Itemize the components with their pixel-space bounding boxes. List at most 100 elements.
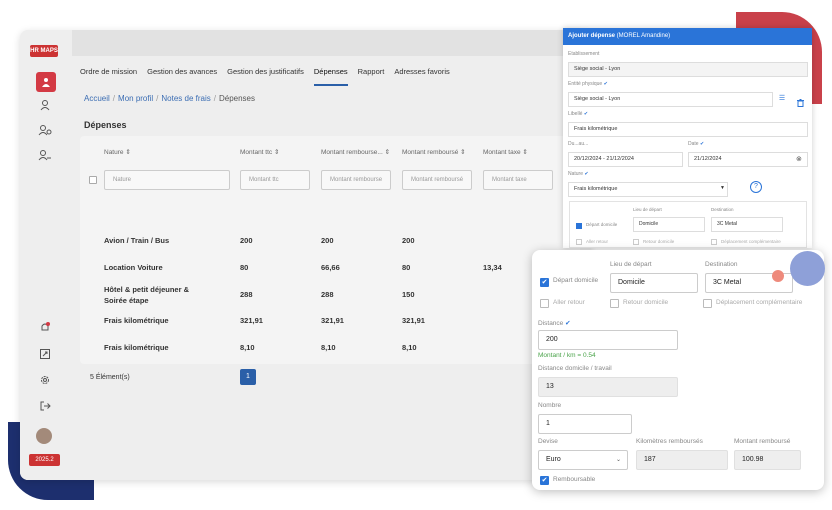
- devise-select[interactable]: Euro: [538, 450, 628, 470]
- dom-travail-field: 13: [538, 377, 678, 397]
- cell-rembourse-2: 8,10: [402, 343, 417, 352]
- header-taxe[interactable]: Montant taxe ⇕: [483, 148, 528, 156]
- lieu-depart-field[interactable]: Domicile: [633, 217, 705, 232]
- filter-rembourse-2[interactable]: Montant remboursé: [402, 170, 472, 190]
- breadcrumb-separator: /: [213, 94, 216, 103]
- deplacement-label: Déplacement complémentaire: [716, 299, 803, 306]
- aller-retour-checkbox[interactable]: [576, 239, 582, 245]
- tab-avances[interactable]: Gestion des avances: [147, 62, 217, 86]
- distance-label-text: Distance: [538, 320, 564, 327]
- deplacement-checkbox[interactable]: [711, 239, 717, 245]
- destination-field[interactable]: 3C Metal: [711, 217, 783, 232]
- filter-ttc[interactable]: Montant ttc: [240, 170, 310, 190]
- filter-taxe[interactable]: Montant taxe: [483, 170, 553, 190]
- app-logo: HR MAPS: [30, 45, 58, 57]
- depart-domicile-checkbox[interactable]: [576, 223, 582, 229]
- date-label-text: Date: [688, 141, 699, 147]
- devise-label: Devise: [538, 438, 558, 445]
- export-icon[interactable]: [36, 345, 54, 363]
- dom-travail-label: Distance domicile / travail: [538, 365, 612, 372]
- header-rembourse-1[interactable]: Montant rembourse... ⇕: [321, 148, 390, 156]
- breadcrumb-current: Dépenses: [218, 94, 256, 103]
- expenses-table: Nature ⇕ Montant ttc ⇕ Montant rembourse…: [80, 136, 580, 385]
- lieu-depart-label: Lieu de départ: [633, 207, 662, 212]
- cell-ttc: 200: [240, 236, 253, 245]
- page-button-1[interactable]: 1: [240, 369, 256, 385]
- header-rembourse-2[interactable]: Montant remboursé ⇕: [402, 148, 466, 156]
- header-ttc[interactable]: Montant ttc ⇕: [240, 148, 279, 156]
- depart-domicile-label: Départ domicile: [553, 277, 599, 284]
- valid-check-icon: ✔: [603, 81, 608, 87]
- date-label: Date ✔: [688, 141, 704, 147]
- top-bar: [72, 30, 590, 56]
- user-settings-icon[interactable]: [36, 121, 54, 139]
- breadcrumb-profil[interactable]: Mon profil: [118, 94, 153, 103]
- depart-domicile-checkbox[interactable]: ✔: [540, 278, 549, 287]
- cell-nature: Location Voiture: [104, 263, 163, 272]
- clear-icon[interactable]: ⊗: [796, 155, 802, 163]
- user-group-icon[interactable]: [36, 146, 54, 164]
- breadcrumb-accueil[interactable]: Accueil: [84, 94, 110, 103]
- avatar[interactable]: [36, 428, 52, 444]
- filter-rembourse-1[interactable]: Montant rembourse: [321, 170, 391, 190]
- date-field[interactable]: 21/12/2024: [688, 152, 808, 167]
- montant-label: Montant remboursé: [734, 438, 791, 445]
- retour-domicile-checkbox[interactable]: [610, 299, 619, 308]
- retour-domicile-label: Retour domicile: [623, 299, 669, 306]
- delete-icon[interactable]: [794, 94, 806, 107]
- remboursable-checkbox[interactable]: ✔: [540, 476, 549, 485]
- profile-icon[interactable]: [36, 72, 56, 92]
- cell-ttc: 288: [240, 290, 253, 299]
- breadcrumb-notes[interactable]: Notes de frais: [161, 94, 210, 103]
- tab-depenses[interactable]: Dépenses: [313, 62, 348, 86]
- valid-check-icon: ✔: [699, 141, 705, 147]
- valid-check-icon: ✔: [583, 111, 589, 117]
- aller-retour-checkbox[interactable]: [540, 299, 549, 308]
- km-field: 187: [636, 450, 728, 470]
- sidebar: HR MAPS 2025.2: [20, 30, 72, 480]
- cell-nature: Frais kilométrique: [104, 343, 169, 352]
- cell-rembourse-2: 150: [402, 290, 415, 299]
- bell-icon[interactable]: [36, 318, 54, 336]
- entite-field[interactable]: Siège social - Lyon: [568, 92, 773, 107]
- nature-select[interactable]: Frais kilométrique: [568, 182, 728, 197]
- cell-rembourse-1: 288: [321, 290, 334, 299]
- decorative-pink-dot: [772, 270, 784, 282]
- distance-field[interactable]: 200: [538, 330, 678, 350]
- cell-rembourse-2: 321,91: [402, 316, 425, 325]
- cell-taxe: 13,34: [483, 263, 502, 272]
- tab-justificatifs[interactable]: Gestion des justificatifs: [227, 62, 304, 86]
- filter-nature[interactable]: Nature: [104, 170, 230, 190]
- retour-domicile-label: Retour domicile: [643, 239, 675, 244]
- etablissement-field[interactable]: Siège social - Lyon: [568, 62, 808, 77]
- nombre-field[interactable]: 1: [538, 414, 632, 434]
- entite-label: Entité physique ✔: [568, 81, 608, 87]
- item-count: 5 Élément(s): [90, 374, 130, 381]
- date-range-field[interactable]: 20/12/2024 - 21/12/2024: [568, 152, 683, 167]
- logout-icon[interactable]: [36, 397, 54, 415]
- retour-domicile-checkbox[interactable]: [633, 239, 639, 245]
- trajet-subform: Lieu de départ Destination Départ domici…: [569, 201, 807, 248]
- tab-rapport[interactable]: Rapport: [358, 62, 385, 86]
- nombre-label: Nombre: [538, 402, 562, 409]
- list-icon[interactable]: ☰: [776, 94, 788, 106]
- app-window: HR MAPS 2025.2 Ordre de mission Gestion …: [20, 30, 590, 480]
- tab-adresses[interactable]: Adresses favoris: [394, 62, 449, 86]
- help-icon[interactable]: ?: [750, 181, 762, 193]
- deplacement-checkbox[interactable]: [703, 299, 712, 308]
- panel-subtitle: (MOREL Amandine): [616, 33, 671, 39]
- select-all-checkbox[interactable]: [89, 176, 97, 184]
- aller-retour-label: Aller retour: [586, 239, 609, 244]
- chevron-down-icon: ⌄: [616, 457, 622, 463]
- header-nature[interactable]: Nature ⇕: [104, 148, 131, 156]
- lieu-depart-field[interactable]: Domicile: [610, 273, 698, 293]
- cell-rembourse-1: 200: [321, 236, 334, 245]
- breadcrumb-separator: /: [112, 94, 116, 103]
- tab-ordre-mission[interactable]: Ordre de mission: [80, 62, 137, 86]
- libelle-field[interactable]: Frais kilométrique: [568, 122, 808, 137]
- cell-nature: Frais kilométrique: [104, 316, 169, 325]
- breadcrumb-separator: /: [156, 94, 159, 103]
- breadcrumb: Accueil / Mon profil / Notes de frais / Dépens…: [84, 94, 255, 103]
- user-icon[interactable]: [36, 96, 54, 114]
- gear-icon[interactable]: [36, 371, 54, 389]
